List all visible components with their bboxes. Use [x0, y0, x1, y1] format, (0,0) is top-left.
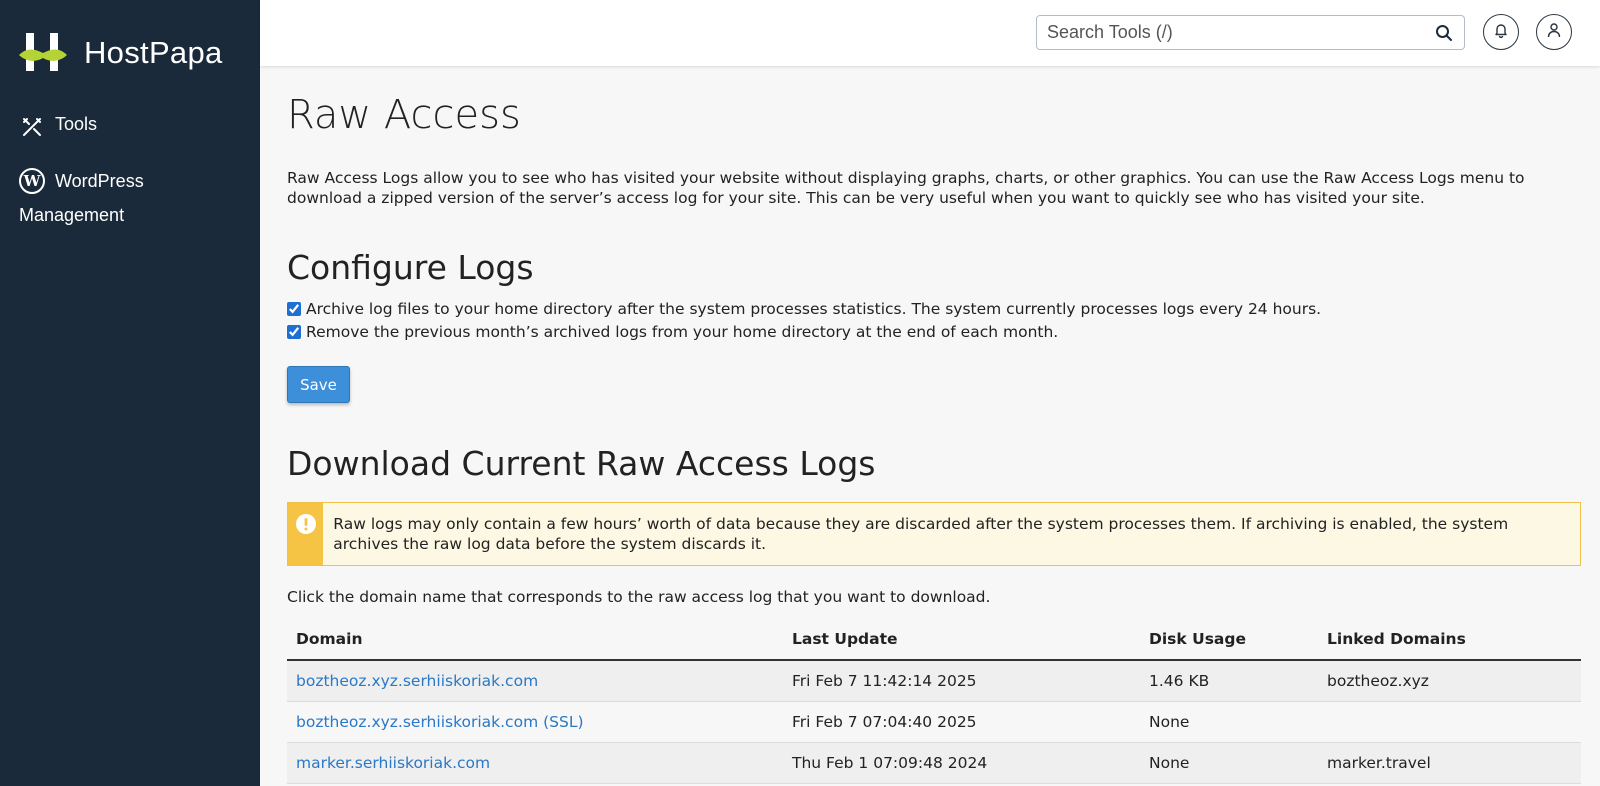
sidebar: HostPapa Tools W WordPress Management	[0, 0, 260, 786]
column-header-domain[interactable]: Domain	[287, 618, 783, 661]
configure-logs-heading: Configure Logs	[287, 248, 534, 287]
sidebar-item-wordpress-management[interactable]: W WordPress Management	[19, 164, 249, 232]
archive-logs-checkbox[interactable]	[287, 302, 301, 316]
top-bar	[260, 0, 1600, 66]
table-row: boztheoz.xyz.serhiiskoriak.com Fri Feb 7…	[287, 660, 1581, 702]
sidebar-item-label: WordPress Management	[19, 171, 144, 225]
warning-text: Raw logs may only contain a few hours’ w…	[333, 515, 1509, 553]
column-header-disk-usage[interactable]: Disk Usage	[1140, 618, 1318, 661]
user-menu-button[interactable]	[1536, 14, 1572, 50]
bell-icon	[1493, 22, 1509, 42]
search-input[interactable]	[1047, 22, 1434, 43]
remove-archived-logs-label: Remove the previous month’s archived log…	[306, 323, 1059, 341]
last-update-cell: Fri Feb 7 07:04:40 2025	[783, 701, 1140, 743]
disk-usage-cell: None	[1140, 701, 1318, 743]
warning-alert: Raw logs may only contain a few hours’ w…	[287, 502, 1581, 566]
last-update-cell: Thu Feb 1 07:09:48 2024	[783, 742, 1140, 784]
linked-domains-cell: boztheoz.xyz	[1318, 660, 1581, 702]
domain-cell: boztheoz.xyz.serhiiskoriak.com	[287, 660, 783, 702]
table-row: boztheoz.xyz.serhiiskoriak.com (SSL) Fri…	[287, 701, 1581, 743]
search-icon[interactable]	[1434, 23, 1454, 43]
domain-download-link[interactable]: marker.serhiiskoriak.com	[296, 754, 490, 772]
tools-icon	[19, 114, 45, 140]
disk-usage-cell: None	[1140, 742, 1318, 784]
domain-download-link[interactable]: boztheoz.xyz.serhiiskoriak.com (SSL)	[296, 713, 584, 731]
linked-domains-cell: marker.travel	[1318, 742, 1581, 784]
column-header-linked-domains[interactable]: Linked Domains	[1318, 618, 1581, 661]
sidebar-item-tools[interactable]: Tools	[19, 114, 97, 140]
alert-icon-area	[288, 503, 324, 565]
notifications-button[interactable]	[1483, 14, 1519, 50]
domain-cell: boztheoz.xyz.serhiiskoriak.com (SSL)	[287, 701, 783, 743]
exclamation-icon	[295, 513, 317, 565]
column-header-last-update[interactable]: Last Update	[783, 618, 1140, 661]
search-box[interactable]	[1036, 15, 1465, 50]
last-update-cell: Fri Feb 7 11:42:14 2025	[783, 660, 1140, 702]
domain-download-link[interactable]: boztheoz.xyz.serhiiskoriak.com	[296, 672, 538, 690]
download-instruction: Click the domain name that corresponds t…	[287, 588, 991, 606]
raw-logs-table: Domain Last Update Disk Usage Linked Dom…	[287, 618, 1581, 784]
brand-name: HostPapa	[84, 35, 223, 70]
linked-domains-cell	[1318, 701, 1581, 743]
hostpapa-logo-icon	[19, 33, 67, 73]
page-description: Raw Access Logs allow you to see who has…	[287, 169, 1525, 207]
download-logs-heading: Download Current Raw Access Logs	[287, 444, 876, 483]
archive-logs-option[interactable]: Archive log files to your home directory…	[287, 300, 1321, 318]
archive-logs-label: Archive log files to your home directory…	[306, 300, 1322, 318]
domain-cell: marker.serhiiskoriak.com	[287, 742, 783, 784]
page-title: Raw Access	[287, 92, 521, 138]
table-header-row: Domain Last Update Disk Usage Linked Dom…	[287, 618, 1581, 661]
remove-archived-logs-option[interactable]: Remove the previous month’s archived log…	[287, 323, 1058, 341]
sidebar-item-label: Tools	[55, 114, 98, 134]
user-icon	[1546, 22, 1562, 42]
save-button[interactable]: Save	[287, 366, 350, 403]
hostpapa-logo[interactable]: HostPapa	[19, 33, 223, 73]
disk-usage-cell: 1.46 KB	[1140, 660, 1318, 702]
remove-archived-logs-checkbox[interactable]	[287, 325, 301, 339]
table-row: marker.serhiiskoriak.com Thu Feb 1 07:09…	[287, 742, 1581, 784]
